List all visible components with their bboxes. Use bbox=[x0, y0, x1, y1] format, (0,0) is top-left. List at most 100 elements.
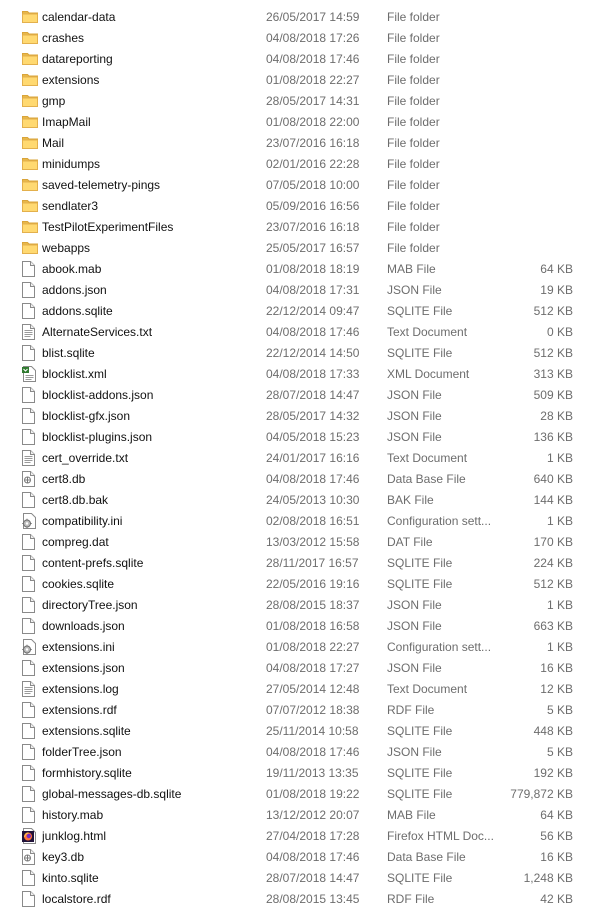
file-row[interactable]: Mail 23/07/2016 16:18 File folder bbox=[0, 133, 606, 154]
file-date-modified: 01/08/2018 19:22 bbox=[266, 787, 360, 801]
file-date-modified: 04/08/2018 17:26 bbox=[266, 31, 360, 45]
file-row[interactable]: crashes 04/08/2018 17:26 File folder bbox=[0, 28, 606, 49]
file-row[interactable]: blocklist-addons.json 28/07/2018 14:47 JSO… bbox=[0, 385, 606, 406]
file-row[interactable]: extensions.log 27/05/2014 12:48 Text Docum… bbox=[0, 679, 606, 700]
file-icon bbox=[22, 492, 36, 509]
file-row[interactable]: compreg.dat 13/03/2012 15:58 DAT File 170 K… bbox=[0, 532, 606, 553]
file-date-modified: 04/08/2018 17:46 bbox=[266, 745, 360, 759]
file-row[interactable]: history.mab 13/12/2012 20:07 MAB File 64 KB bbox=[0, 805, 606, 826]
file-date-modified: 04/08/2018 17:33 bbox=[266, 367, 360, 381]
file-row[interactable]: key3.db 04/08/2018 17:46 Data Base File 16 … bbox=[0, 847, 606, 868]
file-row[interactable]: cert_override.txt 24/01/2017 16:16 Text Do… bbox=[0, 448, 606, 469]
file-type: SQLITE File bbox=[387, 556, 453, 570]
file-name: key3.db bbox=[42, 850, 85, 864]
file-type: SQLITE File bbox=[387, 304, 453, 318]
file-type: SQLITE File bbox=[387, 724, 453, 738]
file-date-modified: 22/12/2014 09:47 bbox=[266, 304, 360, 318]
file-row[interactable]: folderTree.json 04/08/2018 17:46 JSON File… bbox=[0, 742, 606, 763]
file-list: calendar-data 26/05/2017 14:59 File folder… bbox=[0, 0, 606, 911]
file-name: abook.mab bbox=[42, 262, 102, 276]
database-file-icon bbox=[22, 849, 36, 866]
file-name: compatibility.ini bbox=[42, 514, 123, 528]
file-row[interactable]: extensions.json 04/08/2018 17:27 JSON File… bbox=[0, 658, 606, 679]
file-date-modified: 04/08/2018 17:46 bbox=[266, 850, 360, 864]
file-row[interactable]: localstore.rdf 28/08/2015 13:45 RDF File 42… bbox=[0, 889, 606, 910]
file-date-modified: 05/09/2016 16:56 bbox=[266, 199, 360, 213]
settings-file-icon bbox=[22, 513, 36, 530]
file-row[interactable]: blocklist.xml 04/08/2018 17:33 XML Documen… bbox=[0, 364, 606, 385]
file-row[interactable]: kinto.sqlite 28/07/2018 14:47 SQLITE File 1… bbox=[0, 868, 606, 889]
file-row[interactable]: cert8.db 04/08/2018 17:46 Data Base File 64… bbox=[0, 469, 606, 490]
file-date-modified: 01/08/2018 22:27 bbox=[266, 640, 360, 654]
file-row[interactable]: blocklist-gfx.json 28/05/2017 14:32 JSON F… bbox=[0, 406, 606, 427]
file-date-modified: 23/07/2016 16:18 bbox=[266, 136, 360, 150]
xml-file-icon bbox=[22, 366, 36, 383]
file-date-modified: 13/03/2012 15:58 bbox=[266, 535, 360, 549]
file-row[interactable]: formhistory.sqlite 19/11/2013 13:35 SQLITE… bbox=[0, 763, 606, 784]
file-row[interactable]: saved-telemetry-pings 07/05/2018 10:00 Fil… bbox=[0, 175, 606, 196]
file-row[interactable]: extensions.rdf 07/07/2012 18:38 RDF File 5 … bbox=[0, 700, 606, 721]
file-type: File folder bbox=[387, 157, 440, 171]
file-row[interactable]: blocklist-plugins.json 04/05/2018 15:23 JS… bbox=[0, 427, 606, 448]
file-type: File folder bbox=[387, 241, 440, 255]
file-row[interactable]: junklog.html 27/04/2018 17:28 Firefox HTML… bbox=[0, 826, 606, 847]
file-date-modified: 02/01/2016 22:28 bbox=[266, 157, 360, 171]
folder-icon bbox=[22, 9, 38, 26]
file-row[interactable]: ImapMail 01/08/2018 22:00 File folder bbox=[0, 112, 606, 133]
file-row[interactable]: sendlater3 05/09/2016 16:56 File folder bbox=[0, 196, 606, 217]
file-size: 313 KB bbox=[533, 367, 573, 381]
file-date-modified: 28/05/2017 14:32 bbox=[266, 409, 360, 423]
file-row[interactable]: gmp 28/05/2017 14:31 File folder bbox=[0, 91, 606, 112]
file-row[interactable]: webapps 25/05/2017 16:57 File folder bbox=[0, 238, 606, 259]
file-size: 5 KB bbox=[546, 745, 573, 759]
file-size: 5 KB bbox=[546, 703, 573, 717]
file-row[interactable]: cert8.db.bak 24/05/2013 10:30 BAK File 144 … bbox=[0, 490, 606, 511]
file-row[interactable]: datareporting 04/08/2018 17:46 File folder bbox=[0, 49, 606, 70]
file-row[interactable]: downloads.json 01/08/2018 16:58 JSON File 6… bbox=[0, 616, 606, 637]
file-name: extensions bbox=[42, 73, 100, 87]
file-type: SQLITE File bbox=[387, 766, 453, 780]
text-file-icon bbox=[22, 324, 36, 341]
file-size: 509 KB bbox=[533, 388, 573, 402]
file-row[interactable]: blist.sqlite 22/12/2014 14:50 SQLITE File 5… bbox=[0, 343, 606, 364]
file-icon bbox=[22, 555, 36, 572]
file-row[interactable]: TestPilotExperimentFiles 23/07/2016 16:18… bbox=[0, 217, 606, 238]
file-name: junklog.html bbox=[42, 829, 107, 843]
file-name: minidumps bbox=[42, 157, 101, 171]
file-row[interactable]: abook.mab 01/08/2018 18:19 MAB File 64 KB bbox=[0, 259, 606, 280]
file-size: 0 KB bbox=[546, 325, 573, 339]
file-size: 1 KB bbox=[546, 598, 573, 612]
file-row[interactable]: cookies.sqlite 22/05/2016 19:16 SQLITE Fil… bbox=[0, 574, 606, 595]
file-row[interactable]: AlternateServices.txt 04/08/2018 17:46 Tex… bbox=[0, 322, 606, 343]
file-size: 64 KB bbox=[540, 808, 573, 822]
file-date-modified: 04/05/2018 15:23 bbox=[266, 430, 360, 444]
file-row[interactable]: compatibility.ini 02/08/2018 16:51 Configu… bbox=[0, 511, 606, 532]
file-size: 512 KB bbox=[533, 346, 573, 360]
folder-icon bbox=[22, 93, 38, 110]
file-row[interactable]: addons.sqlite 22/12/2014 09:47 SQLITE File… bbox=[0, 301, 606, 322]
folder-icon bbox=[22, 240, 38, 257]
folder-icon bbox=[22, 51, 38, 68]
file-row[interactable]: extensions.ini 01/08/2018 22:27 Configurat… bbox=[0, 637, 606, 658]
file-name: folderTree.json bbox=[42, 745, 122, 759]
file-size: 1,248 KB bbox=[523, 871, 573, 885]
file-name: extensions.log bbox=[42, 682, 119, 696]
file-type: File folder bbox=[387, 31, 440, 45]
file-row[interactable]: global-messages-db.sqlite 01/08/2018 19:2… bbox=[0, 784, 606, 805]
file-name: saved-telemetry-pings bbox=[42, 178, 161, 192]
file-date-modified: 02/08/2018 16:51 bbox=[266, 514, 360, 528]
file-row[interactable]: content-prefs.sqlite 28/11/2017 16:57 SQLI… bbox=[0, 553, 606, 574]
file-name: AlternateServices.txt bbox=[42, 325, 153, 339]
file-row[interactable]: extensions.sqlite 25/11/2014 10:58 SQLITE … bbox=[0, 721, 606, 742]
file-row[interactable]: addons.json 04/08/2018 17:31 JSON File 19 K… bbox=[0, 280, 606, 301]
file-row[interactable]: directoryTree.json 28/08/2015 18:37 JSON F… bbox=[0, 595, 606, 616]
file-date-modified: 28/11/2017 16:57 bbox=[266, 556, 359, 570]
file-name: cert8.db bbox=[42, 472, 86, 486]
file-date-modified: 04/08/2018 17:46 bbox=[266, 325, 360, 339]
folder-icon bbox=[22, 156, 38, 173]
file-row[interactable]: minidumps 02/01/2016 22:28 File folder bbox=[0, 154, 606, 175]
file-name: extensions.json bbox=[42, 661, 125, 675]
file-date-modified: 24/01/2017 16:16 bbox=[266, 451, 360, 465]
file-row[interactable]: extensions 01/08/2018 22:27 File folder bbox=[0, 70, 606, 91]
file-row[interactable]: calendar-data 26/05/2017 14:59 File folder bbox=[0, 7, 606, 28]
